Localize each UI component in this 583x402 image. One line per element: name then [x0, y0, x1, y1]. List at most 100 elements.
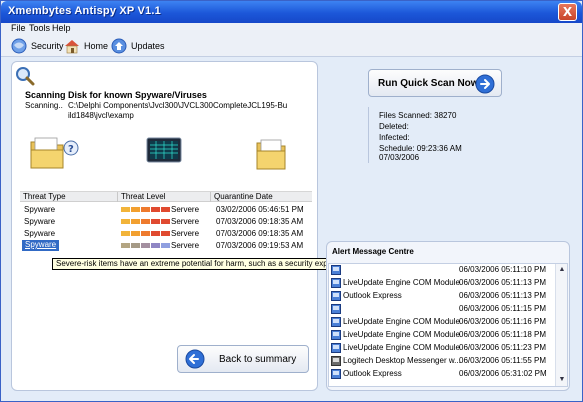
- threat-level: Servere: [171, 241, 200, 250]
- threat-level: Servere: [171, 217, 200, 226]
- updates-icon: [111, 38, 127, 54]
- alert-name: LiveUpdate Engine COM Module: [343, 330, 460, 339]
- alert-name: Outlook Express: [343, 369, 402, 378]
- alert-name: LiveUpdate Engine COM Module: [343, 343, 460, 352]
- alert-item-icon: [331, 369, 341, 379]
- run-quick-scan-button[interactable]: Run Quick Scan Now: [368, 69, 502, 97]
- home-label: Home: [84, 41, 109, 51]
- scroll-up-icon[interactable]: ▲: [557, 265, 567, 275]
- home-button[interactable]: Home: [64, 37, 108, 55]
- files-scanned: Files Scanned: 38270: [379, 111, 457, 120]
- folder-icon: [256, 139, 286, 170]
- menu-file[interactable]: File: [11, 23, 26, 33]
- back-arrow-icon: [185, 349, 205, 369]
- menu-tools[interactable]: Tools: [29, 23, 50, 33]
- scanning-label: Scanning..: [25, 101, 63, 110]
- scroll-down-icon[interactable]: ▼: [557, 375, 567, 385]
- security-label: Security: [31, 41, 64, 51]
- threat-level-bar: [121, 243, 171, 248]
- alert-date: 06/03/2006 05:11:13 PM: [459, 291, 547, 300]
- alert-date: 06/03/2006 05:11:15 PM: [459, 304, 547, 313]
- alert-date: 06/03/2006 05:31:02 PM: [459, 369, 547, 378]
- quarantine-date: 03/02/2006 05:46:51 PM: [216, 205, 304, 214]
- alert-date: 06/03/2006 05:11:16 PM: [459, 317, 547, 326]
- list-item[interactable]: LiveUpdate Engine COM Module 06/03/2006 …: [329, 342, 556, 354]
- quarantine-date: 07/03/2006 09:18:35 AM: [216, 217, 304, 226]
- alert-name: Logitech Desktop Messenger w...: [343, 356, 461, 365]
- list-item[interactable]: Outlook Express 06/03/2006 05:11:13 PM: [329, 290, 556, 302]
- run-quick-scan-label: Run Quick Scan Now: [378, 77, 479, 89]
- toolbar: Security Home Updates: [1, 35, 582, 57]
- back-to-summary-label: Back to summary: [219, 353, 297, 365]
- threat-level: Servere: [171, 205, 200, 214]
- threat-level-bar: [121, 219, 171, 224]
- alert-item-icon: [331, 330, 341, 340]
- updates-button[interactable]: Updates: [111, 37, 165, 55]
- list-item[interactable]: 06/03/2006 05:11:15 PM: [329, 303, 556, 315]
- list-item[interactable]: LiveUpdate Engine COM Module 06/03/2006 …: [329, 316, 556, 328]
- table-row-selected[interactable]: Spyware Servere 07/03/2006 09:19:53 AM: [20, 240, 312, 252]
- forward-arrow-icon: [475, 74, 495, 94]
- security-button[interactable]: Security: [11, 37, 64, 55]
- close-button[interactable]: X: [558, 3, 577, 21]
- threat-level: Servere: [171, 229, 200, 238]
- threat-type: Spyware: [24, 217, 56, 226]
- alert-date: 06/03/2006 05:11:23 PM: [459, 343, 547, 352]
- alert-name: LiveUpdate Engine COM Module: [343, 278, 460, 287]
- alert-date: 06/03/2006 05:11:18 PM: [459, 330, 547, 339]
- alert-date: 06/03/2006 05:11:55 PM: [459, 356, 547, 365]
- threat-type: Spyware: [24, 229, 56, 238]
- threat-type: Spyware: [24, 205, 56, 214]
- schedule: Schedule: 09:23:36 AM 07/03/2006: [379, 144, 462, 162]
- threat-level-bar: [121, 207, 171, 212]
- alert-item-icon: [331, 265, 341, 275]
- list-item[interactable]: LiveUpdate Engine COM Module 06/03/2006 …: [329, 277, 556, 289]
- menu-bar: File Tools Help: [1, 23, 582, 35]
- threat-type: Spyware: [22, 240, 60, 251]
- table-row[interactable]: Spyware Servere 03/02/2006 05:46:51 PM: [20, 204, 312, 216]
- alert-item-icon: [331, 304, 341, 314]
- app-window: Xmembytes Antispy XP V1.1 X File Tools H…: [0, 0, 583, 402]
- table-row[interactable]: Spyware Servere 07/03/2006 09:18:35 AM: [20, 216, 312, 228]
- security-icon: [11, 38, 27, 54]
- scan-title: Scanning Disk for known Spyware/Viruses: [25, 90, 207, 100]
- col-quarantine-date[interactable]: Quarantine Date: [211, 192, 312, 202]
- alert-item-icon: [331, 278, 341, 288]
- list-item[interactable]: LiveUpdate Engine COM Module 06/03/2006 …: [329, 329, 556, 341]
- table-header: Threat Type Threat Level Quarantine Date: [20, 191, 312, 202]
- scan-stats: Files Scanned: 38270 Deleted: Infected: …: [368, 107, 500, 163]
- back-to-summary-button[interactable]: Back to summary: [177, 345, 309, 373]
- alert-scrollbar[interactable]: ▲ ▼: [555, 264, 567, 386]
- alert-date: 06/03/2006 05:11:13 PM: [459, 278, 547, 287]
- quarantine-date: 07/03/2006 09:18:35 AM: [216, 229, 304, 238]
- folder-question-icon: ?: [30, 137, 79, 169]
- alert-item-icon: [331, 356, 341, 366]
- deleted-count: Deleted:: [379, 122, 409, 131]
- alert-item-icon: [331, 317, 341, 327]
- alert-date: 06/03/2006 05:11:10 PM: [459, 265, 547, 274]
- alert-name: LiveUpdate Engine COM Module: [343, 317, 460, 326]
- scan-monitor-icon: [146, 137, 182, 163]
- list-item[interactable]: Outlook Express 06/03/2006 05:31:02 PM: [329, 368, 556, 380]
- threat-level-bar: [121, 231, 171, 236]
- magnifier-icon: [16, 67, 35, 86]
- alert-item-icon: [331, 343, 341, 353]
- menu-help[interactable]: Help: [52, 23, 71, 33]
- list-item[interactable]: 06/03/2006 05:11:10 PM: [329, 264, 556, 276]
- updates-label: Updates: [131, 41, 165, 51]
- alert-list[interactable]: 06/03/2006 05:11:10 PM LiveUpdate Engine…: [328, 263, 568, 387]
- quarantine-date: 07/03/2006 09:19:53 AM: [216, 241, 304, 250]
- alert-title: Alert Message Centre: [332, 247, 414, 256]
- scanning-path: C:\Delphi Components\Jvcl300\JVCL300Comp…: [68, 101, 288, 120]
- window-title: Xmembytes Antispy XP V1.1: [8, 5, 161, 17]
- alert-item-icon: [331, 291, 341, 301]
- title-bar[interactable]: Xmembytes Antispy XP V1.1 X: [1, 1, 582, 23]
- col-threat-level[interactable]: Threat Level: [118, 192, 211, 202]
- col-threat-type[interactable]: Threat Type: [20, 192, 118, 202]
- svg-text:?: ?: [68, 144, 74, 155]
- infected-count: Infected:: [379, 133, 410, 142]
- list-item[interactable]: Logitech Desktop Messenger w... 06/03/20…: [329, 355, 556, 367]
- home-icon: [65, 40, 79, 54]
- alert-name: Outlook Express: [343, 291, 402, 300]
- table-row[interactable]: Spyware Servere 07/03/2006 09:18:35 AM: [20, 228, 312, 240]
